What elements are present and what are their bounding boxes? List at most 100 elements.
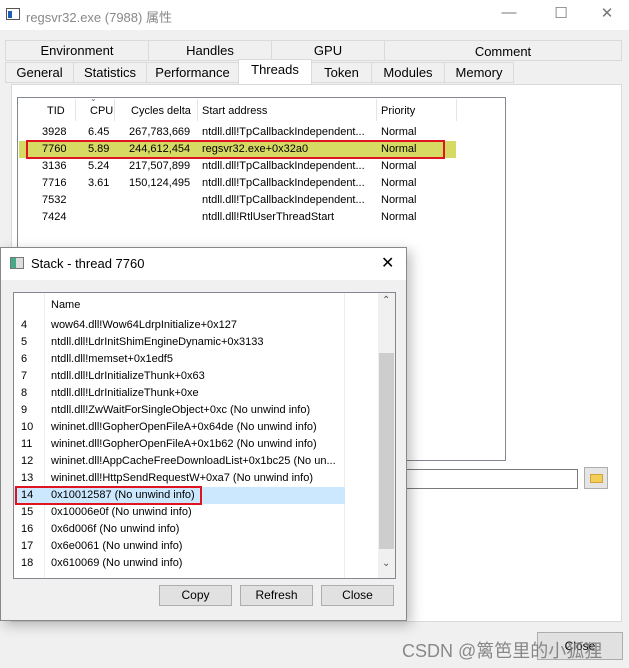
sort-chevron-icon: ⌄ <box>90 94 97 103</box>
stack-frame-row[interactable]: 4 wow64.dll!Wow64LdrpInitialize+0x127 <box>14 317 345 334</box>
folder-icon <box>590 474 603 483</box>
column-tid[interactable]: TID <box>47 105 65 117</box>
refresh-button[interactable]: Refresh <box>240 585 313 606</box>
stack-frame-row[interactable]: 8 ntdll.dll!LdrInitializeThunk+0xe <box>14 385 345 402</box>
frame-n: 7 <box>21 370 28 382</box>
frame-name: 0x6d006f (No unwind info) <box>51 523 180 535</box>
thread-tid: 3136 <box>42 160 67 172</box>
column-cycles-delta[interactable]: Cycles delta <box>131 105 191 117</box>
frame-name: 0x6e0061 (No unwind info) <box>51 540 183 552</box>
frame-n: 17 <box>21 540 34 552</box>
column-priority[interactable]: Priority <box>381 105 415 117</box>
stack-frame-row[interactable]: 16 0x6d006f (No unwind info) <box>14 521 345 538</box>
title-bar: regsvr32.exe (7988) 属性 — ☐ ✕ <box>0 0 629 30</box>
frame-name: wininet.dll!GopherOpenFileA+0x1b62 (No u… <box>51 438 317 450</box>
frame-n: 16 <box>21 523 34 535</box>
scroll-down-icon[interactable]: ⌄ <box>382 558 390 569</box>
thread-row[interactable]: 7716 3.61 150,124,495 ntdll.dll!TpCallbackI… <box>19 175 456 192</box>
frame-n: 8 <box>21 387 28 399</box>
tab-gpu[interactable]: GPU <box>271 40 385 61</box>
stack-frame-row[interactable]: 18 0x610069 (No unwind info) <box>14 555 345 572</box>
thread-cycles: 150,124,495 <box>129 177 191 189</box>
thread-row[interactable]: 7532 ntdll.dll!TpCallbackIndependent... No… <box>19 192 456 209</box>
stack-close-button[interactable]: Close <box>321 585 394 606</box>
tab-modules[interactable]: Modules <box>371 62 445 83</box>
thread-priority: Normal <box>381 126 417 138</box>
maximize-icon[interactable]: ☐ <box>546 4 576 24</box>
tab-token[interactable]: Token <box>311 62 372 83</box>
column-start-address[interactable]: Start address <box>202 105 267 117</box>
copy-button[interactable]: Copy <box>159 585 232 606</box>
thread-start: ntdll.dll!TpCallbackIndependent... <box>202 160 365 172</box>
frame-n: 9 <box>21 404 28 416</box>
scrollbar-thumb[interactable] <box>379 353 394 549</box>
stack-frame-row[interactable]: 12 wininet.dll!AppCacheFreeDownloadList+0… <box>14 453 345 470</box>
browse-button[interactable] <box>584 467 608 489</box>
tab-memory[interactable]: Memory <box>444 62 514 83</box>
frame-n: 10 <box>21 421 34 433</box>
stack-frame-row[interactable]: 9 ntdll.dll!ZwWaitForSingleObject+0xc (No… <box>14 402 345 419</box>
column-cpu[interactable]: CPU <box>90 105 113 117</box>
scroll-up-icon[interactable]: ⌃ <box>382 295 390 306</box>
stack-frame-row[interactable]: 7 ntdll.dll!LdrInitializeThunk+0x63 <box>14 368 345 385</box>
stack-frame-row[interactable]: 6 ntdll.dll!memset+0x1edf5 <box>14 351 345 368</box>
stack-frame-row[interactable]: 5 ntdll.dll!LdrInitShimEngineDynamic+0x31… <box>14 334 345 351</box>
tab-comment-label[interactable]: Comment <box>384 44 622 59</box>
tab-handles[interactable]: Handles <box>148 40 272 61</box>
stack-frame-row[interactable]: 13 wininet.dll!HttpSendRequestW+0xa7 (No … <box>14 470 345 487</box>
frame-n: 18 <box>21 557 34 569</box>
window-title: regsvr32.exe (7988) 属性 <box>26 10 172 25</box>
column-name[interactable]: Name <box>51 299 80 311</box>
thread-tid: 7716 <box>42 177 67 189</box>
thread-row[interactable]: 7424 ntdll.dll!RtlUserThreadStart Normal <box>19 209 456 226</box>
thread-cycles: 217,507,899 <box>129 160 191 172</box>
minimize-icon[interactable]: — <box>494 4 524 24</box>
stack-frame-row[interactable]: 15 0x10006e0f (No unwind info) <box>14 504 345 521</box>
tab-environment[interactable]: Environment <box>5 40 149 61</box>
stack-list[interactable]: Name 4 wow64.dll!Wow64LdrpInitialize+0x12… <box>13 292 396 579</box>
stack-title-bar: Stack - thread 7760 ✕ <box>1 248 406 280</box>
thread-start: ntdll.dll!TpCallbackIndependent... <box>202 194 365 206</box>
thread-tid: 7424 <box>42 211 67 223</box>
frame-name: ntdll.dll!memset+0x1edf5 <box>51 353 173 365</box>
frame-name: wininet.dll!HttpSendRequestW+0xa7 (No un… <box>51 472 314 484</box>
tab-performance[interactable]: Performance <box>146 62 239 83</box>
frame-n: 6 <box>21 353 28 365</box>
frame-name: 0x610069 (No unwind info) <box>51 557 183 569</box>
scrollbar[interactable]: ⌃ ⌄ <box>378 293 395 578</box>
tab-threads[interactable]: Threads <box>238 59 312 84</box>
thread-row[interactable]: 3136 5.24 217,507,899 ntdll.dll!TpCallbackI… <box>19 158 456 175</box>
thread-cpu: 6.45 <box>88 126 110 138</box>
frame-name: 0x10006e0f (No unwind info) <box>51 506 192 518</box>
frame-n: 11 <box>21 438 33 450</box>
window-icon <box>10 257 24 269</box>
frame-n: 15 <box>21 506 34 518</box>
frame-name: ntdll.dll!LdrInitializeThunk+0x63 <box>51 370 205 382</box>
tab-general[interactable]: General <box>5 62 74 83</box>
frame-name: ntdll.dll!LdrInitShimEngineDynamic+0x313… <box>51 336 264 348</box>
thread-priority: Normal <box>381 194 417 206</box>
stack-frame-row[interactable]: 17 0x6e0061 (No unwind info) <box>14 538 345 555</box>
tab-statistics[interactable]: Statistics <box>73 62 147 83</box>
thread-priority: Normal <box>381 160 417 172</box>
highlight-box <box>15 486 202 505</box>
watermark: CSDN @篱笆里的小狐狸 <box>402 641 603 661</box>
thread-cpu: 3.61 <box>88 177 110 189</box>
stack-title: Stack - thread 7760 <box>31 256 145 271</box>
thread-start: ntdll.dll!RtlUserThreadStart <box>202 211 335 223</box>
close-icon[interactable]: ✕ <box>592 4 622 24</box>
thread-cpu: 5.24 <box>88 160 110 172</box>
frame-n: 13 <box>21 472 34 484</box>
highlight-box <box>26 140 445 159</box>
thread-row[interactable]: 3928 6.45 267,783,669 ntdll.dll!TpCallbackI… <box>19 124 456 141</box>
stack-frame-row[interactable]: 11 wininet.dll!GopherOpenFileA+0x1b62 (No… <box>14 436 345 453</box>
stack-frame-row[interactable]: 10 wininet.dll!GopherOpenFileA+0x64de (No… <box>14 419 345 436</box>
thread-priority: Normal <box>381 177 417 189</box>
stack-dialog: Stack - thread 7760 ✕ Name 4 wow64.dll!Wo… <box>0 247 407 621</box>
close-icon[interactable]: ✕ <box>381 253 394 273</box>
frame-name: ntdll.dll!ZwWaitForSingleObject+0xc (No … <box>51 404 311 416</box>
thread-start: ntdll.dll!TpCallbackIndependent... <box>202 177 365 189</box>
path-input[interactable] <box>400 469 578 489</box>
frame-n: 4 <box>21 319 28 331</box>
frame-name: wininet.dll!AppCacheFreeDownloadList+0x1… <box>51 455 336 467</box>
